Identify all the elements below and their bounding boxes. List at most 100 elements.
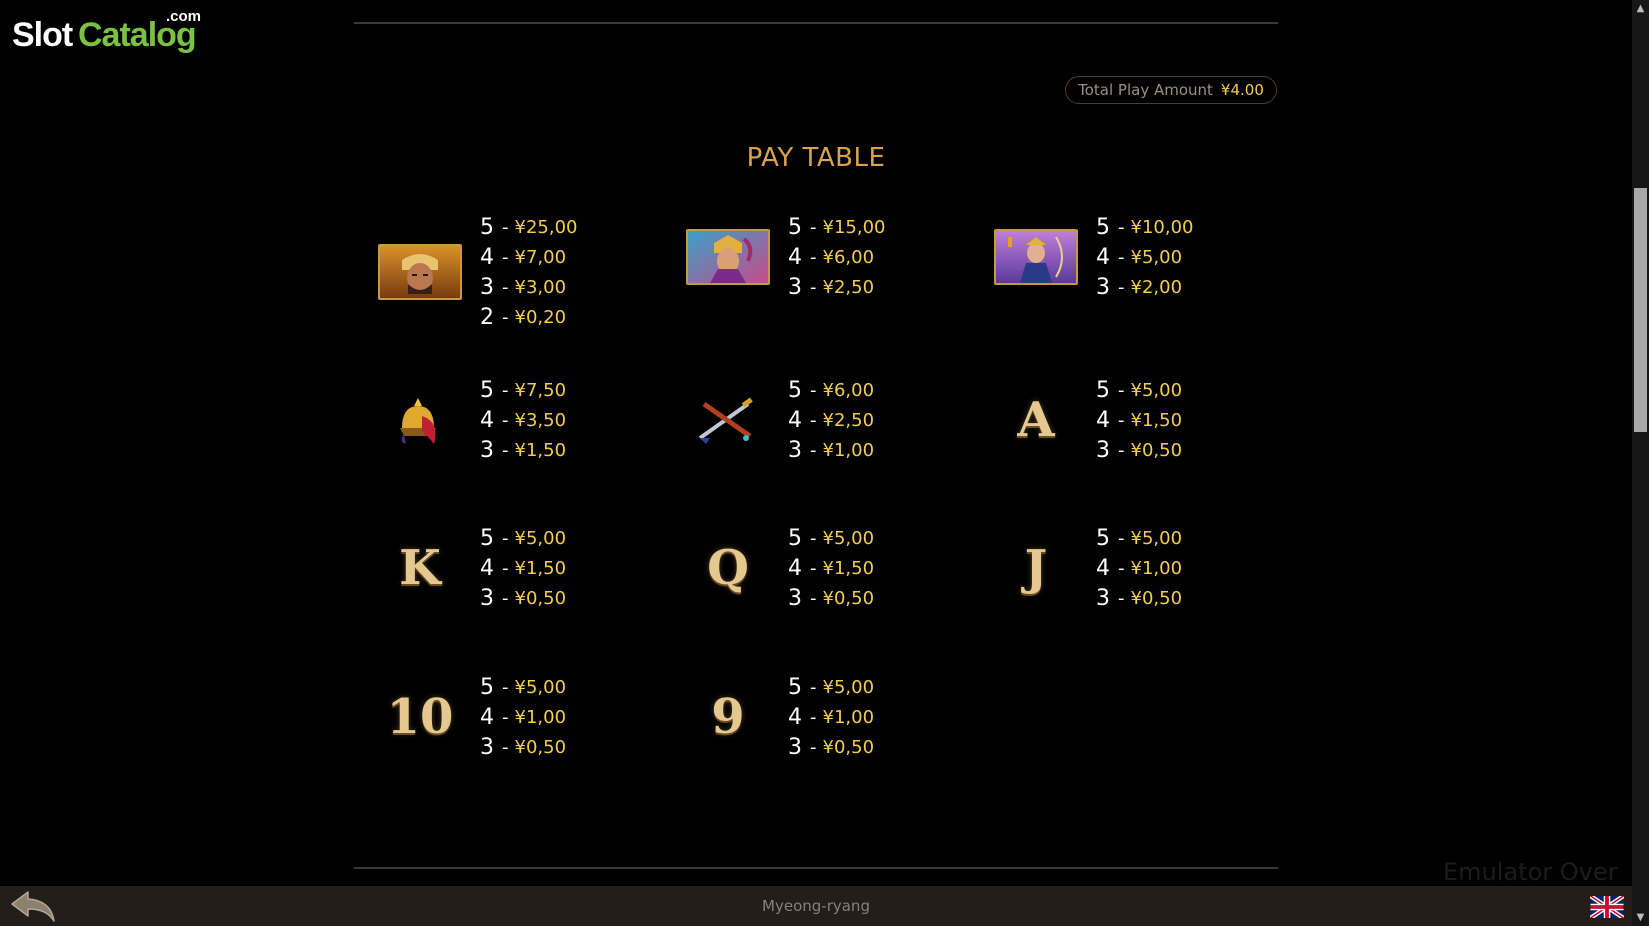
- payout-amount: ¥5,00: [822, 527, 875, 549]
- crossed-swords-icon: [686, 392, 770, 448]
- separator-dash: -: [502, 306, 509, 328]
- pay-row: 3- ¥1,50: [480, 435, 566, 465]
- number-10-icon: 10: [386, 689, 454, 745]
- payout-amount: ¥0,20: [514, 306, 567, 328]
- pay-row: 5- ¥5,00: [480, 523, 566, 553]
- separator-dash: -: [810, 216, 817, 238]
- scroll-down-icon[interactable]: ▼: [1632, 909, 1649, 926]
- pay-row: 4- ¥7,00: [480, 242, 577, 272]
- symbol-count: 5: [788, 525, 802, 551]
- bottom-divider: [354, 867, 1278, 869]
- separator-dash: -: [502, 587, 509, 609]
- total-play-value: ¥4.00: [1220, 81, 1264, 99]
- slotcatalog-logo: .com Slot Catalog: [12, 8, 212, 58]
- symbol-count: 2: [480, 304, 494, 330]
- symbol-count: 4: [480, 244, 494, 270]
- symbol-count: 3: [480, 274, 494, 300]
- separator-dash: -: [810, 736, 817, 758]
- uk-flag-icon[interactable]: [1589, 894, 1625, 920]
- payout-amount: ¥5,00: [1130, 527, 1183, 549]
- payout-amount: ¥2,00: [1130, 276, 1183, 298]
- pay-row: 3- ¥0,50: [480, 583, 566, 613]
- payout-amount: ¥6,00: [822, 379, 875, 401]
- payout-amount: ¥5,00: [822, 676, 875, 698]
- separator-dash: -: [810, 439, 817, 461]
- logo-catalog: Catalog: [78, 16, 197, 54]
- pay-row: 3- ¥0,50: [480, 732, 566, 762]
- pay-row: 3- ¥3,00: [480, 272, 577, 302]
- payout-amount: ¥1,00: [1130, 557, 1183, 579]
- symbol-count: 4: [480, 407, 494, 433]
- pay-row: 3- ¥1,00: [788, 435, 874, 465]
- scroll-up-icon[interactable]: ▲: [1632, 0, 1649, 17]
- pay-row: 4- ¥1,00: [788, 702, 874, 732]
- symbol-count: 3: [1096, 585, 1110, 611]
- symbol-count: 5: [480, 214, 494, 240]
- total-play-amount: Total Play Amount ¥4.00: [1065, 76, 1277, 104]
- paytable-cell: 5- ¥15,00 4- ¥6,00 3- ¥2,50: [662, 212, 952, 342]
- payout-amount: ¥3,00: [514, 276, 567, 298]
- payout-amount: ¥1,50: [514, 557, 567, 579]
- pay-row: 3- ¥0,50: [788, 583, 874, 613]
- pay-row: 4- ¥6,00: [788, 242, 885, 272]
- symbol-count: 4: [788, 244, 802, 270]
- paytable-cell: A 5- ¥5,00 4- ¥1,50 3- ¥0,50: [970, 375, 1260, 505]
- separator-dash: -: [810, 527, 817, 549]
- separator-dash: -: [810, 557, 817, 579]
- payout-amount: ¥0,50: [822, 736, 875, 758]
- separator-dash: -: [502, 379, 509, 401]
- symbol-count: 5: [788, 674, 802, 700]
- payout-amount: ¥5,00: [1130, 379, 1183, 401]
- letter-a-icon: A: [1017, 392, 1055, 448]
- separator-dash: -: [502, 527, 509, 549]
- pay-list: 5- ¥25,00 4- ¥7,00 3- ¥3,00 2- ¥0,20: [480, 212, 577, 332]
- separator-dash: -: [1118, 216, 1125, 238]
- pay-row: 3- ¥0,50: [788, 732, 874, 762]
- payout-amount: ¥3,50: [514, 409, 567, 431]
- symbol-count: 4: [1096, 555, 1110, 581]
- scroll-thumb[interactable]: [1634, 188, 1647, 432]
- payout-amount: ¥6,00: [822, 246, 875, 268]
- symbol-count: 5: [480, 674, 494, 700]
- symbol-count: 4: [788, 704, 802, 730]
- separator-dash: -: [1118, 409, 1125, 431]
- letter-q-icon: Q: [707, 540, 749, 596]
- pay-list: 5- ¥5,00 4- ¥1,00 3- ¥0,50: [1096, 523, 1182, 613]
- payout-amount: ¥5,00: [514, 527, 567, 549]
- separator-dash: -: [502, 409, 509, 431]
- symbol-count: 5: [1096, 214, 1110, 240]
- separator-dash: -: [502, 439, 509, 461]
- warrior-general-icon: [378, 244, 462, 300]
- symbol-count: 5: [480, 377, 494, 403]
- payout-amount: ¥0,50: [514, 587, 567, 609]
- pay-list: 5 - ¥5,00 4- ¥1,00 3- ¥0,50: [788, 672, 874, 762]
- separator-dash: -: [810, 379, 817, 401]
- pay-row: 4- ¥3,50: [480, 405, 566, 435]
- pay-row: 2- ¥0,20: [480, 302, 577, 332]
- separator-dash: -: [810, 276, 817, 298]
- separator-dash: -: [810, 409, 817, 431]
- pay-row: 3- ¥2,00: [1096, 272, 1193, 302]
- top-divider: [354, 22, 1278, 24]
- pay-row: 4- ¥1,00: [480, 702, 566, 732]
- symbol-count: 4: [480, 704, 494, 730]
- symbol-count: 3: [788, 585, 802, 611]
- separator-dash: -: [502, 736, 509, 758]
- pay-row: 4- ¥1,50: [788, 553, 874, 583]
- vertical-scrollbar[interactable]: ▲ ▼: [1632, 0, 1649, 926]
- symbol-count: 3: [1096, 437, 1110, 463]
- symbol-count: 3: [480, 437, 494, 463]
- pay-list: 5- ¥15,00 4- ¥6,00 3- ¥2,50: [788, 212, 885, 302]
- symbol-count: 4: [788, 407, 802, 433]
- pay-row: 5- ¥6,00: [788, 375, 874, 405]
- payout-amount: ¥1,00: [514, 706, 567, 728]
- payout-amount: ¥5,00: [514, 676, 567, 698]
- separator-dash: -: [1118, 587, 1125, 609]
- separator-dash: -: [810, 587, 817, 609]
- payout-amount: ¥7,00: [514, 246, 567, 268]
- symbol-count: 3: [788, 734, 802, 760]
- paytable-cell: K 5- ¥5,00 4- ¥1,50 3- ¥0,50: [354, 523, 644, 653]
- paytable-cell: 5- ¥6,00 4- ¥2,50 3- ¥1,00: [662, 375, 952, 505]
- pay-row: 5- ¥5,00: [788, 523, 874, 553]
- number-9-icon: 9: [711, 689, 745, 745]
